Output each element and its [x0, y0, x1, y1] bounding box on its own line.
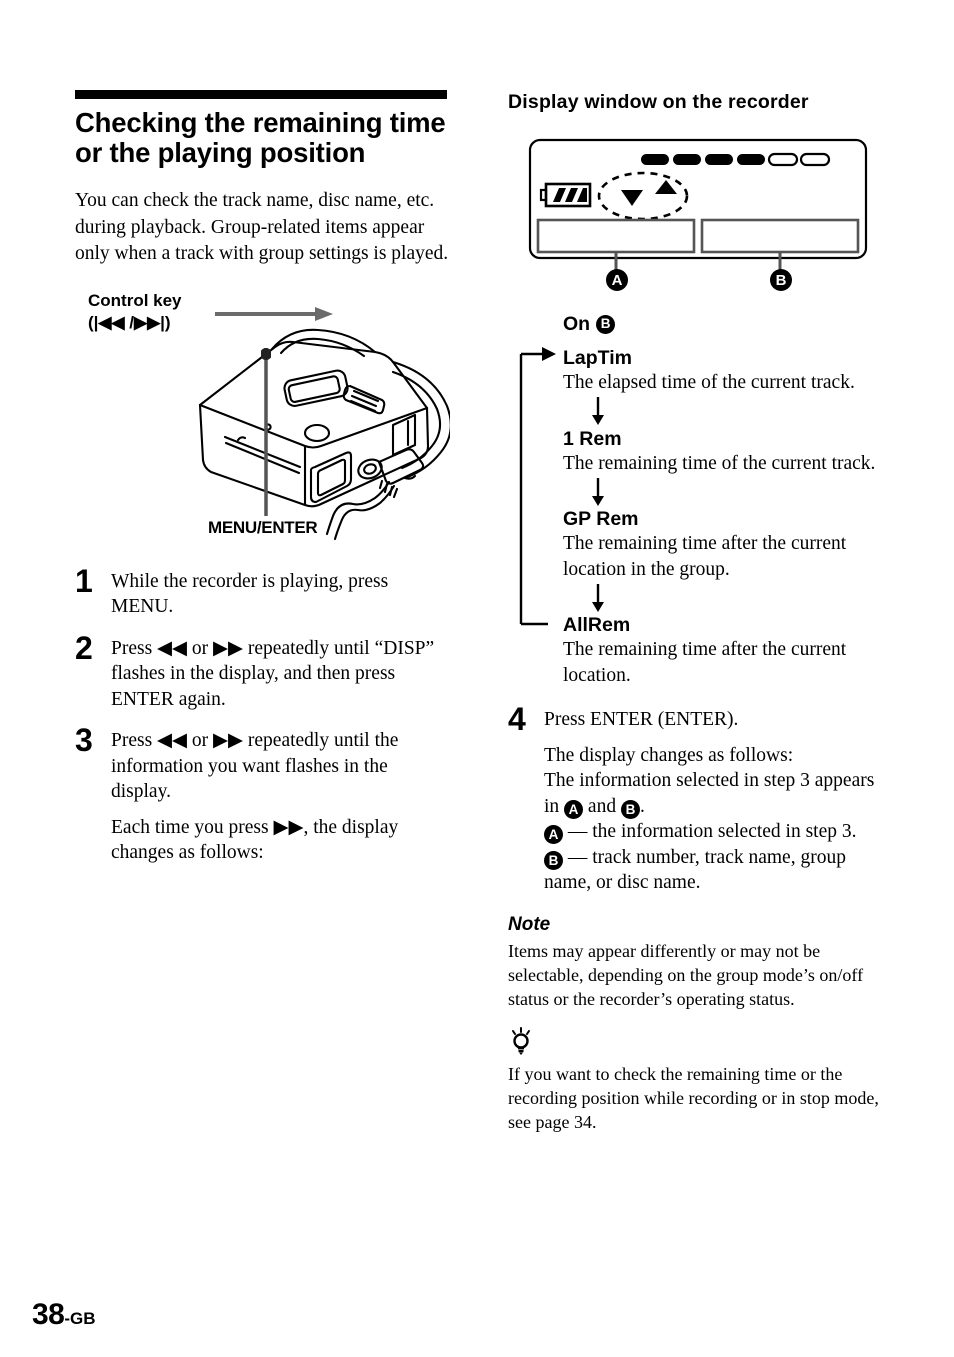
flow-item-desc: The remaining time of the current track.	[563, 452, 876, 474]
step-paragraph: Press ◀◀ or ▶▶ repeatedly until “DISP” f…	[111, 637, 435, 710]
flow-down-arrow	[563, 476, 888, 507]
step4-line3-end: .	[639, 795, 645, 817]
step-item: 1 While the recorder is playing, press M…	[75, 562, 450, 620]
step-paragraph: Each time you press ▶▶, the display chan…	[111, 816, 399, 864]
page-number-suffix: -GB	[64, 1309, 96, 1328]
flow-item-name: 1 Rem	[563, 427, 622, 450]
flow-down-arrow	[563, 396, 888, 427]
section-rule	[75, 90, 447, 99]
disc-rotation-indicator	[597, 171, 689, 221]
recorder-figure: Control key (|◀◀ /▶▶|) MENU/ENTER	[75, 290, 450, 550]
step-body: Press ENTER (ENTER). The display changes…	[544, 704, 888, 896]
bullet-badge-a: A	[544, 825, 563, 845]
right-column: Display window on the recorder A B On B …	[508, 90, 888, 1134]
step-item: 3 Press ◀◀ or ▶▶ repeatedly until the in…	[75, 722, 450, 866]
flow-item-desc: The remaining time after the current loc…	[563, 639, 847, 686]
steps-list: 1 While the recorder is playing, press M…	[75, 562, 450, 866]
step4-line3-mid: and	[587, 795, 617, 817]
step-number: 2	[75, 629, 93, 666]
display-flow-chart: On B LapTim The elapsed time of the curr…	[508, 312, 888, 688]
page-footer: 38 -GB	[32, 1298, 96, 1332]
battery-icon	[539, 182, 592, 208]
flow-item: GP Rem The remaining time after the curr…	[563, 507, 888, 582]
flow-loop-connector	[519, 347, 556, 626]
step-paragraph: Press ◀◀ or ▶▶ repeatedly until the info…	[111, 730, 399, 802]
step-body: Press ◀◀ or ▶▶ repeatedly until “DISP” f…	[111, 633, 450, 713]
display-field-b	[700, 218, 860, 254]
step4-detail: The display changes as follows: The info…	[544, 743, 888, 896]
step-body: While the recorder is playing, press MEN…	[111, 566, 450, 620]
display-window-heading: Display window on the recorder	[508, 91, 809, 113]
level-segment-indicators	[641, 152, 831, 167]
flow-item-desc: The elapsed time of the current track.	[563, 372, 855, 393]
flow-heading-text: On	[563, 313, 591, 335]
bullet-b-text: — track number, track name, group name, …	[544, 846, 846, 894]
left-column: Checking the remaining time or the playi…	[75, 90, 450, 879]
step-item: 4 Press ENTER (ENTER). The display chang…	[508, 701, 888, 896]
step-item: 2 Press ◀◀ or ▶▶ repeatedly until “DISP”…	[75, 629, 450, 713]
step4-line2: The display changes as follows:	[544, 744, 794, 766]
step-number: 3	[75, 722, 93, 758]
note-block: Note Items may appear differently or may…	[508, 914, 888, 1011]
display-window-diagram	[528, 138, 868, 278]
flow-item-name: AllRem	[563, 614, 631, 636]
display-field-a	[536, 218, 696, 254]
flow-item-name: GP Rem	[563, 508, 639, 530]
inline-badge-a: A	[564, 799, 584, 819]
manual-page: Checking the remaining time or the playi…	[0, 0, 954, 1357]
menu-enter-label: MENU/ENTER	[208, 517, 318, 537]
step-number: 1	[75, 562, 93, 599]
flow-item-desc: The remaining time after the current loc…	[563, 533, 847, 580]
flow-heading: On B	[563, 312, 888, 336]
flow-item: AllRem The remaining time after the curr…	[563, 613, 888, 688]
note-title: Note	[508, 913, 551, 935]
page-title: Checking the remaining time or the playi…	[75, 107, 446, 168]
bullet-a-text: — the information selected in step 3.	[567, 821, 857, 842]
step-number: 4	[508, 701, 526, 737]
flow-down-arrow	[563, 582, 888, 613]
step-body: Press ◀◀ or ▶▶ repeatedly until the info…	[111, 725, 450, 866]
page-number: 38	[32, 1298, 65, 1331]
step4-line1: Press ENTER (ENTER).	[544, 709, 739, 730]
display-marker-a: A	[606, 269, 628, 291]
tip-body: If you want to check the remaining time …	[508, 1063, 879, 1132]
display-marker-b: B	[770, 269, 792, 291]
flow-item: 1 Rem The remaining time of the current …	[563, 427, 888, 477]
step-paragraph: While the recorder is playing, press MEN…	[111, 570, 389, 618]
flow-heading-badge: B	[596, 314, 616, 334]
note-body: Items may appear differently or may not …	[508, 940, 864, 1009]
flow-item: LapTim The elapsed time of the current t…	[563, 346, 888, 396]
intro-paragraph: You can check the track name, disc name,…	[75, 190, 449, 264]
control-key-pointer-arrow	[215, 306, 333, 321]
bullet-badge-b: B	[544, 850, 563, 870]
lightbulb-icon	[508, 1026, 888, 1060]
display-window-figure: A B	[508, 136, 888, 296]
tip-block: If you want to check the remaining time …	[508, 1026, 888, 1134]
flow-item-name: LapTim	[563, 347, 632, 369]
inline-badge-b: B	[620, 799, 640, 819]
